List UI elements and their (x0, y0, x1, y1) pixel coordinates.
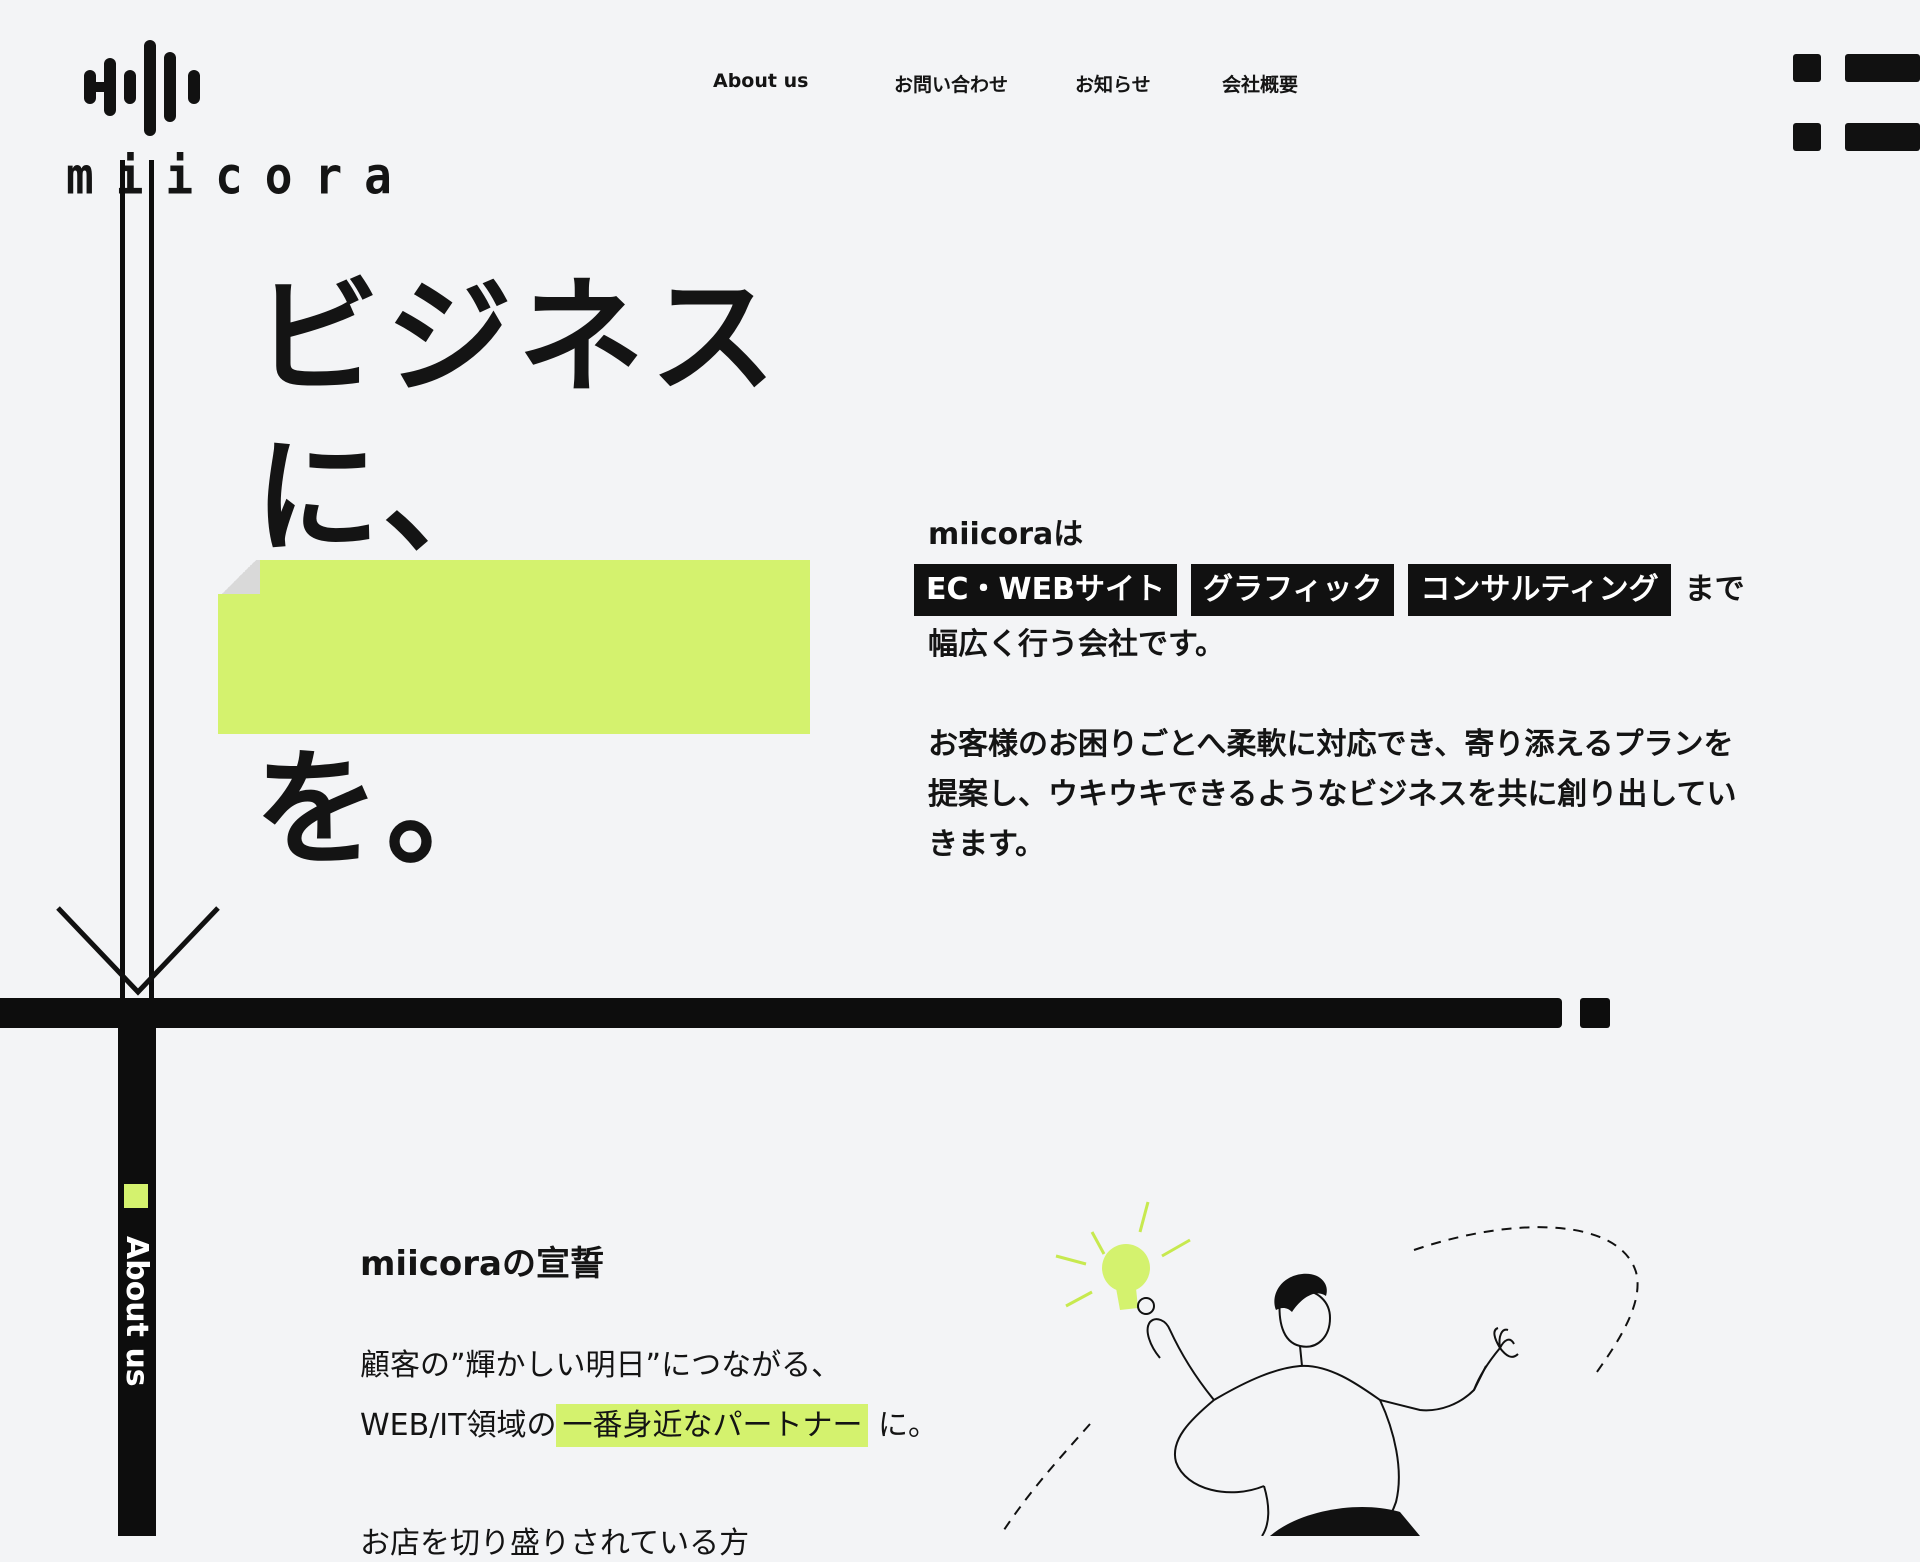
main-nav: About us お問い合わせ お知らせ 会社概要 (0, 70, 1920, 98)
about-side-accent (124, 1184, 148, 1208)
intro-services-line: EC・WEBサイト グラフィック コンサルティング まで (914, 560, 1808, 620)
about-text: 顧客の”輝かしい明日”につながる、 WEB/IT領域の 一番身近なパートナー に。 (360, 1336, 938, 1456)
hamburger-menu-icon[interactable] (1790, 50, 1920, 160)
service-tag-graphic: グラフィック (1190, 564, 1395, 616)
about-line-2: WEB/IT領域の 一番身近なパートナー に。 (360, 1396, 938, 1456)
hero-line-3: を。 (254, 736, 518, 883)
hero-line-2: に、 (254, 424, 515, 571)
about-line-2-highlight: 一番身近なパートナー (556, 1404, 869, 1447)
section-divider-bar (0, 998, 1562, 1028)
about-side-label: About us (119, 1236, 154, 1387)
about-line-1: 顧客の”輝かしい明日”につながる、 (360, 1348, 842, 1383)
about-line-2-pre: WEB/IT領域の (360, 1408, 557, 1443)
about-heading: miicoraの宣誓 (360, 1244, 604, 1284)
intro-line-3: 幅広く行う会社です。 (928, 627, 1225, 662)
nav-item-news[interactable]: お知らせ (1075, 70, 1151, 97)
about-line-3-partial: お店を切り盛りされている方 (360, 1526, 750, 1561)
nav-item-contact[interactable]: お問い合わせ (894, 70, 1008, 97)
intro-after-tags: まで (1684, 572, 1745, 607)
brand-wordmark: miicora (66, 146, 414, 206)
lightbulb-icon (1055, 1201, 1191, 1315)
section-divider-dot (1580, 998, 1610, 1028)
vertical-line-left (120, 160, 125, 1010)
service-tag-consulting: コンサルティング (1408, 564, 1671, 616)
intro-para2-line1: お客様のお困りごとへ柔軟に対応でき、寄り添えるプランを (928, 727, 1734, 762)
intro-copy: miicoraは EC・WEBサイト グラフィック コンサルティング まで 幅広く行う… (914, 510, 1808, 870)
vertical-line-right (149, 160, 154, 1010)
arrow-down-icon (56, 906, 220, 996)
intro-para2-line3: きます。 (928, 827, 1045, 862)
nav-item-company[interactable]: 会社概要 (1222, 70, 1298, 97)
hero-line-1: ビジネス (254, 264, 782, 411)
service-tag-ec-web: EC・WEBサイト (914, 564, 1177, 616)
intro-para2-line2: 提案し、ウキウキできるようなビジネスを共に創り出してい (928, 777, 1737, 812)
nav-item-about-us[interactable]: About us (713, 70, 808, 92)
person-with-lightbulb-illustration (1000, 1201, 1639, 1536)
about-line-2-post: に。 (878, 1408, 939, 1443)
brand-logo[interactable]: miicora (60, 36, 392, 205)
intro-lead: miicoraは (928, 517, 1084, 552)
highlight-sticky-note (218, 560, 810, 734)
